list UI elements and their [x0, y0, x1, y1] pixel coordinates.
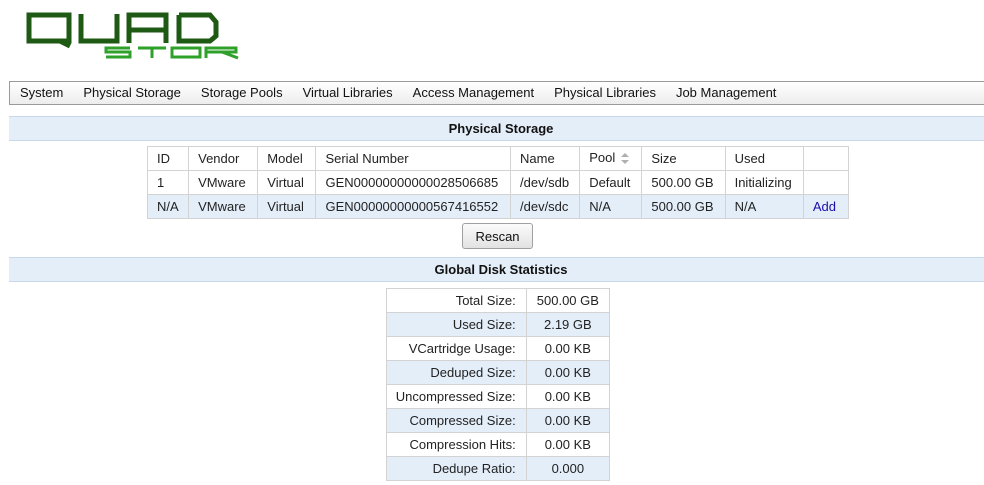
cell-size: 500.00 GB: [641, 194, 726, 219]
col-pool[interactable]: Pool: [579, 146, 643, 171]
col-serial-number[interactable]: Serial Number: [315, 146, 511, 171]
col-name[interactable]: Name: [509, 146, 581, 171]
col-used[interactable]: Used: [724, 146, 804, 171]
table-row[interactable]: 1 VMware Virtual GEN00000000000028506685…: [146, 170, 850, 195]
main-menu-bar: System Physical Storage Storage Pools Vi…: [9, 81, 984, 105]
stat-value: 0.00 KB: [525, 384, 611, 409]
physical-storage-header: Physical Storage: [9, 116, 984, 141]
global-disk-statistics-header: Global Disk Statistics: [9, 257, 984, 282]
stat-value: 0.00 KB: [525, 408, 611, 433]
cell-vendor: VMware: [188, 194, 259, 219]
cell-used: Initializing: [724, 170, 804, 195]
cell-action: [802, 170, 850, 195]
cell-vendor: VMware: [188, 170, 259, 195]
cell-model: Virtual: [257, 194, 317, 219]
stat-row-uncompressed-size: Uncompressed Size: 0.00 KB: [386, 384, 611, 409]
cell-size: 500.00 GB: [641, 170, 726, 195]
stat-row-compression-hits: Compression Hits: 0.00 KB: [386, 432, 611, 457]
stat-row-compressed-size: Compressed Size: 0.00 KB: [386, 408, 611, 433]
col-action: [802, 146, 850, 171]
cell-model: Virtual: [257, 170, 317, 195]
add-disk-link[interactable]: Add: [813, 199, 836, 214]
cell-id: 1: [146, 170, 190, 195]
stat-label: Compressed Size:: [386, 408, 527, 433]
col-size[interactable]: Size: [641, 146, 726, 171]
stat-label: Total Size:: [386, 288, 527, 313]
menu-job-management[interactable]: Job Management: [666, 82, 786, 104]
menu-virtual-libraries[interactable]: Virtual Libraries: [293, 82, 403, 104]
cell-serial-number: GEN00000000000567416552: [315, 194, 511, 219]
menu-storage-pools[interactable]: Storage Pools: [191, 82, 293, 104]
cell-pool: Default: [579, 170, 643, 195]
cell-serial-number: GEN00000000000028506685: [315, 170, 511, 195]
col-pool-label: Pool: [589, 150, 616, 166]
stat-value: 2.19 GB: [525, 312, 611, 337]
stat-label: Used Size:: [386, 312, 527, 337]
stat-row-total-size: Total Size: 500.00 GB: [386, 288, 611, 313]
menu-system[interactable]: System: [10, 82, 73, 104]
table-header-row: ID Vendor Model Serial Number Name Pool …: [146, 146, 850, 171]
stat-label: Uncompressed Size:: [386, 384, 527, 409]
stat-value: 0.00 KB: [525, 336, 611, 361]
stat-label: VCartridge Usage:: [386, 336, 527, 361]
menu-access-management[interactable]: Access Management: [403, 82, 544, 104]
stat-value: 500.00 GB: [525, 288, 611, 313]
sort-icon[interactable]: [621, 152, 630, 167]
table-row[interactable]: N/A VMware Virtual GEN000000000005674165…: [146, 194, 850, 219]
stat-value: 0.00 KB: [525, 360, 611, 385]
stat-label: Compression Hits:: [386, 432, 527, 457]
stat-value: 0.000: [525, 456, 611, 481]
cell-name: /dev/sdc: [509, 194, 581, 219]
stat-value: 0.00 KB: [525, 432, 611, 457]
stat-label: Dedupe Ratio:: [386, 456, 527, 481]
cell-name: /dev/sdb: [509, 170, 581, 195]
stat-row-used-size: Used Size: 2.19 GB: [386, 312, 611, 337]
cell-action: Add: [802, 194, 850, 219]
stat-row-deduped-size: Deduped Size: 0.00 KB: [386, 360, 611, 385]
col-model[interactable]: Model: [257, 146, 317, 171]
quadstor-logo-graphic: [26, 12, 239, 60]
cell-used: N/A: [724, 194, 804, 219]
physical-storage-table: ID Vendor Model Serial Number Name Pool …: [146, 146, 850, 219]
menu-physical-storage[interactable]: Physical Storage: [73, 82, 191, 104]
cell-pool: N/A: [579, 194, 643, 219]
quadstor-logo: [26, 12, 242, 60]
menu-physical-libraries[interactable]: Physical Libraries: [544, 82, 666, 104]
cell-id: N/A: [146, 194, 190, 219]
stat-row-dedupe-ratio: Dedupe Ratio: 0.000: [386, 456, 611, 481]
global-disk-statistics-table: Total Size: 500.00 GB Used Size: 2.19 GB…: [386, 288, 611, 481]
stat-label: Deduped Size:: [386, 360, 527, 385]
col-vendor[interactable]: Vendor: [188, 146, 259, 171]
stat-row-vcartridge-usage: VCartridge Usage: 0.00 KB: [386, 336, 611, 361]
rescan-button[interactable]: Rescan: [462, 223, 533, 249]
col-id[interactable]: ID: [146, 146, 190, 171]
